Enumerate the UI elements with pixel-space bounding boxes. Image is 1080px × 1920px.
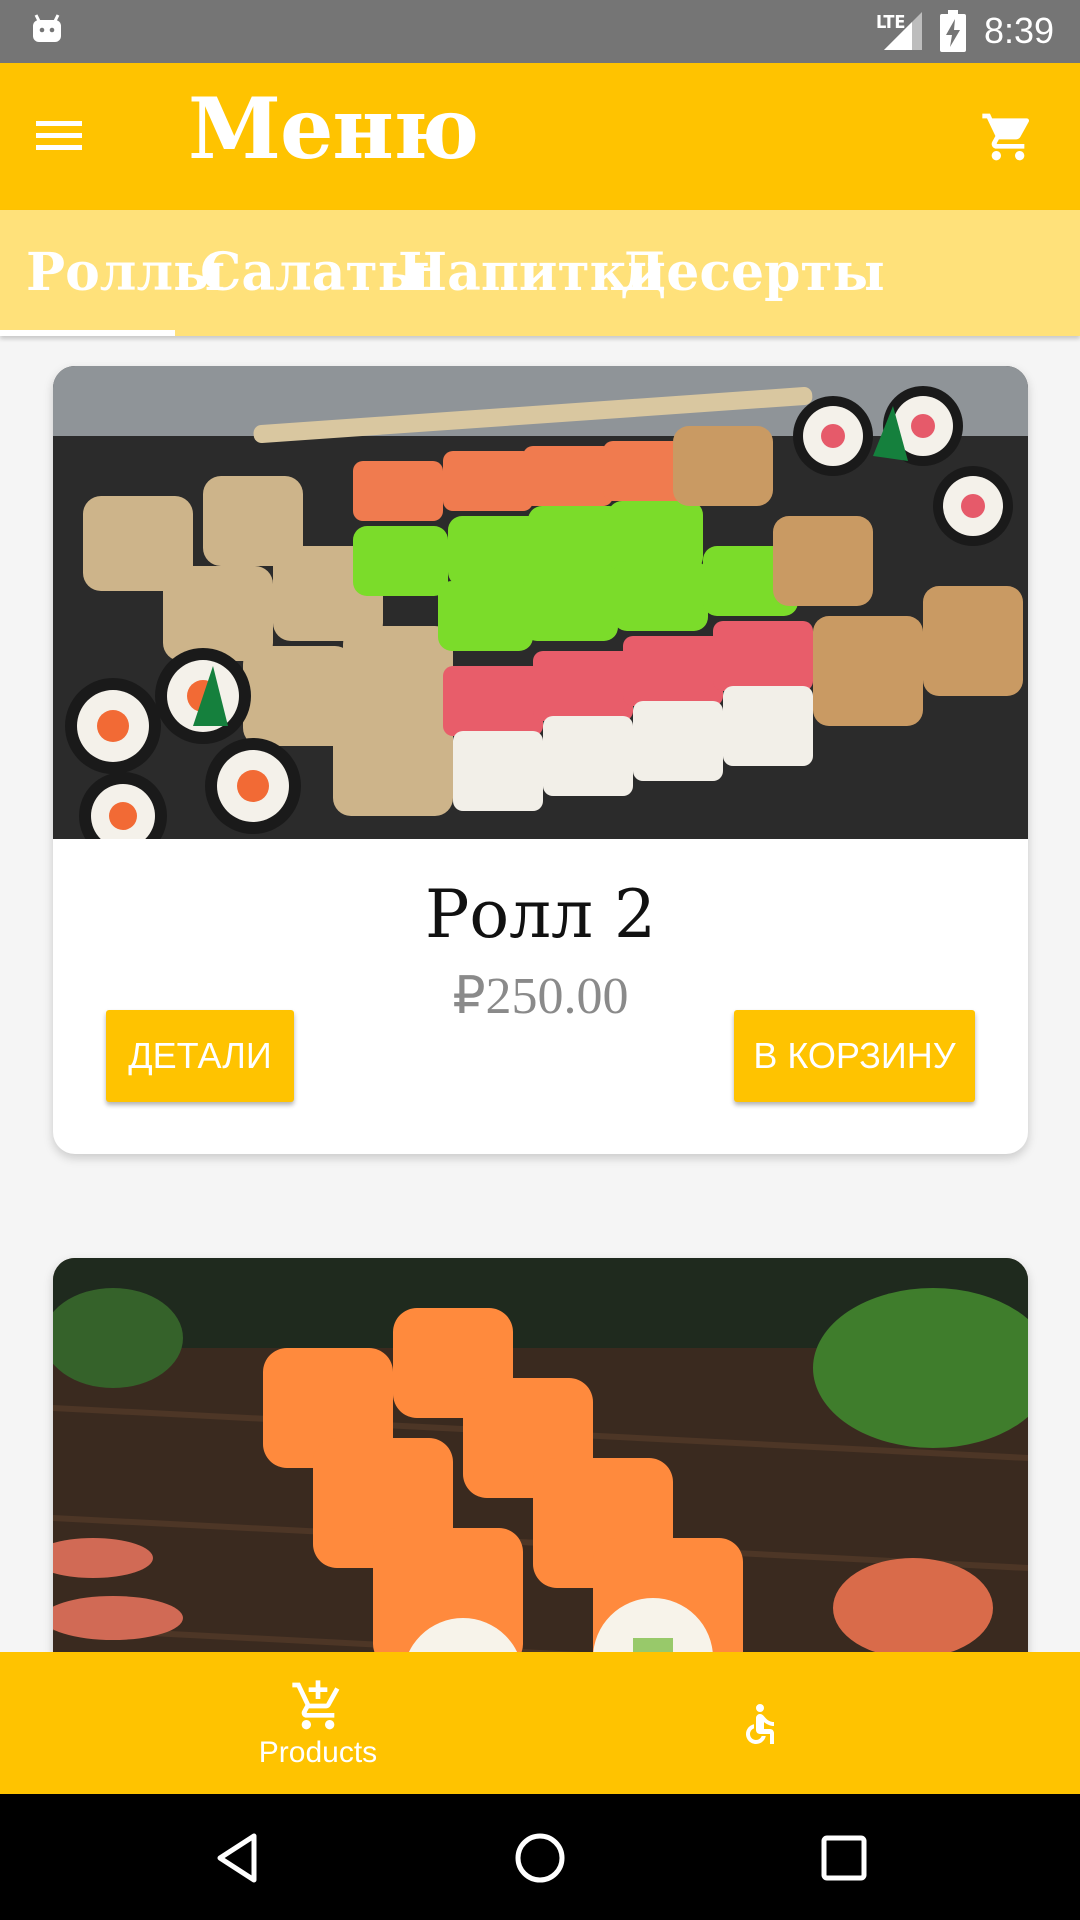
nav-item-accessibility[interactable] <box>724 1652 796 1794</box>
tab-salads[interactable]: Салаты <box>200 210 430 336</box>
clock: 8:39 <box>984 10 1055 51</box>
home-icon[interactable] <box>510 1828 570 1888</box>
add-to-cart-button[interactable]: В КОРЗИНУ <box>734 1010 975 1102</box>
nav-label-products: Products <box>258 1736 378 1769</box>
back-icon[interactable] <box>208 1828 268 1888</box>
android-notification-icon <box>33 14 61 42</box>
details-button[interactable]: ДЕТАЛИ <box>106 1010 294 1102</box>
signal-icon <box>884 12 922 50</box>
status-bar: LTE 8:39 <box>0 0 1080 63</box>
bottom-navigation: Products <box>0 1652 1080 1794</box>
add-shopping-cart-icon <box>292 1680 340 1730</box>
product-image-sushi-set <box>53 366 1028 839</box>
product-card: Ролл 2 ₽250.00 ДЕТАЛИ В КОРЗИНУ <box>53 366 1028 1154</box>
category-tabs: Роллы Салаты Напитки Десерты <box>0 210 1080 336</box>
accessible-icon <box>746 1704 774 1744</box>
hamburger-menu-icon[interactable] <box>34 115 84 155</box>
page-title: Меню <box>188 79 479 178</box>
battery-charging-icon <box>940 10 966 52</box>
recent-apps-icon[interactable] <box>814 1828 874 1888</box>
tab-desserts[interactable]: Десерты <box>620 210 885 336</box>
tab-indicator <box>0 330 175 336</box>
screen: LTE 8:39 Меню Роллы Салаты Напитки Десер… <box>0 0 1080 1920</box>
tab-rolls[interactable]: Роллы <box>26 210 225 336</box>
nav-item-products[interactable]: Products <box>212 1652 424 1794</box>
product-name: Ролл 2 <box>425 876 656 953</box>
system-navigation-bar <box>0 1794 1080 1920</box>
cart-icon[interactable] <box>980 109 1036 165</box>
app-bar: Меню <box>0 63 1080 210</box>
